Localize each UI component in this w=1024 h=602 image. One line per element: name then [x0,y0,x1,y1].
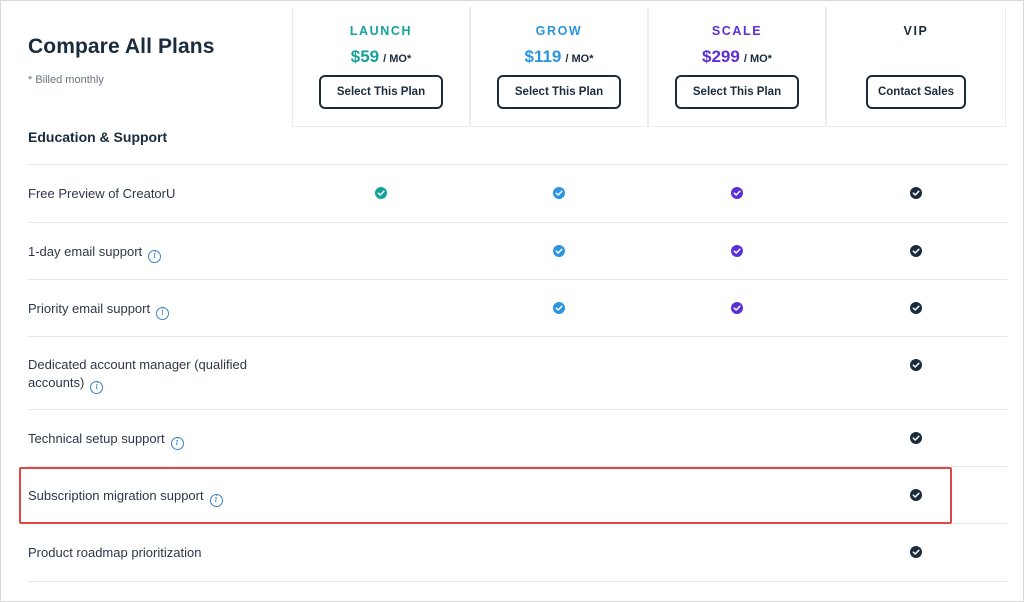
feature-label: Dedicated account manager (qualified acc… [28,356,268,394]
plan-price: $119/ MO* [471,47,647,67]
select-plan-scale-button[interactable]: Select This Plan [675,75,799,109]
plan-price-period: / MO* [565,53,594,65]
info-icon[interactable]: i [209,494,223,507]
check-circle-icon [731,245,743,257]
feature-label-text: Dedicated account manager (qualified acc… [28,357,247,390]
check-circle-icon [910,489,922,501]
info-icon[interactable]: i [156,307,170,320]
plan-name: GROW [535,24,583,38]
feature-label: Product roadmap prioritization [28,544,288,562]
check-circle-icon [553,302,565,314]
check-circle-icon [910,302,922,314]
contact-sales-button[interactable]: Contact Sales [866,75,966,109]
page-title: Compare All Plans [28,35,215,58]
feature-label: Subscription migration support i [28,487,288,507]
select-plan-launch-button[interactable]: Select This Plan [319,75,443,109]
pricing-comparison-panel: Compare All Plans * Billed monthly Educa… [0,0,1024,602]
feature-label: Free Preview of CreatorU [28,185,288,203]
feature-label: Priority email support i [28,300,288,320]
feature-row: Dedicated account manager (qualified acc… [28,336,1007,409]
check-circle-icon [910,245,922,257]
table-bottom-border [28,581,1007,582]
plan-name: LAUNCH [349,24,413,38]
plan-price-amount: $299 [702,47,740,66]
feature-label: 1-day email support i [28,243,288,263]
plan-price: $299/ MO* [649,47,825,67]
check-circle-icon [553,245,565,257]
section-title: Education & Support [28,129,168,145]
plan-price: $59/ MO* [293,47,469,67]
check-circle-icon [910,359,922,371]
feature-label-text: Subscription migration support [28,488,204,503]
feature-label-text: Product roadmap prioritization [28,545,202,560]
plan-price-period: / MO* [383,53,412,65]
feature-row: 1-day email support i [28,222,1007,279]
feature-label-text: Free Preview of CreatorU [28,186,176,201]
plan-name: VIP [903,24,929,38]
check-circle-icon [731,187,743,199]
feature-label-text: Technical setup support [28,431,165,446]
check-circle-icon [731,302,743,314]
plan-price-period: / MO* [743,53,772,65]
plan-name: SCALE [711,24,763,38]
check-circle-icon [375,187,387,199]
feature-row: Product roadmap prioritization [28,523,1007,581]
check-circle-icon [553,187,565,199]
plan-header-grow: GROW $119/ MO* Select This Plan [470,7,648,127]
info-icon[interactable]: i [170,437,184,450]
plan-header-vip: VIP Contact Sales [826,7,1006,127]
feature-label-text: 1-day email support [28,244,143,259]
plan-price-amount: $119 [524,47,562,66]
feature-label-text: Priority email support [28,301,151,316]
plan-header-scale: SCALE $299/ MO* Select This Plan [648,7,826,127]
feature-row: Technical setup support i [28,409,1007,466]
select-plan-grow-button[interactable]: Select This Plan [497,75,621,109]
plan-price-amount: $59 [350,47,380,66]
feature-label: Technical setup support i [28,430,288,450]
check-circle-icon [910,187,922,199]
feature-row: Subscription migration support i [28,466,1007,523]
check-circle-icon [910,432,922,444]
info-icon[interactable]: i [148,250,162,263]
check-circle-icon [910,546,922,558]
feature-row: Free Preview of CreatorU [28,164,1007,222]
feature-row: Priority email support i [28,279,1007,336]
plan-header-launch: LAUNCH $59/ MO* Select This Plan [292,7,470,127]
info-icon[interactable]: i [90,381,104,394]
billing-note: * Billed monthly [28,74,104,86]
